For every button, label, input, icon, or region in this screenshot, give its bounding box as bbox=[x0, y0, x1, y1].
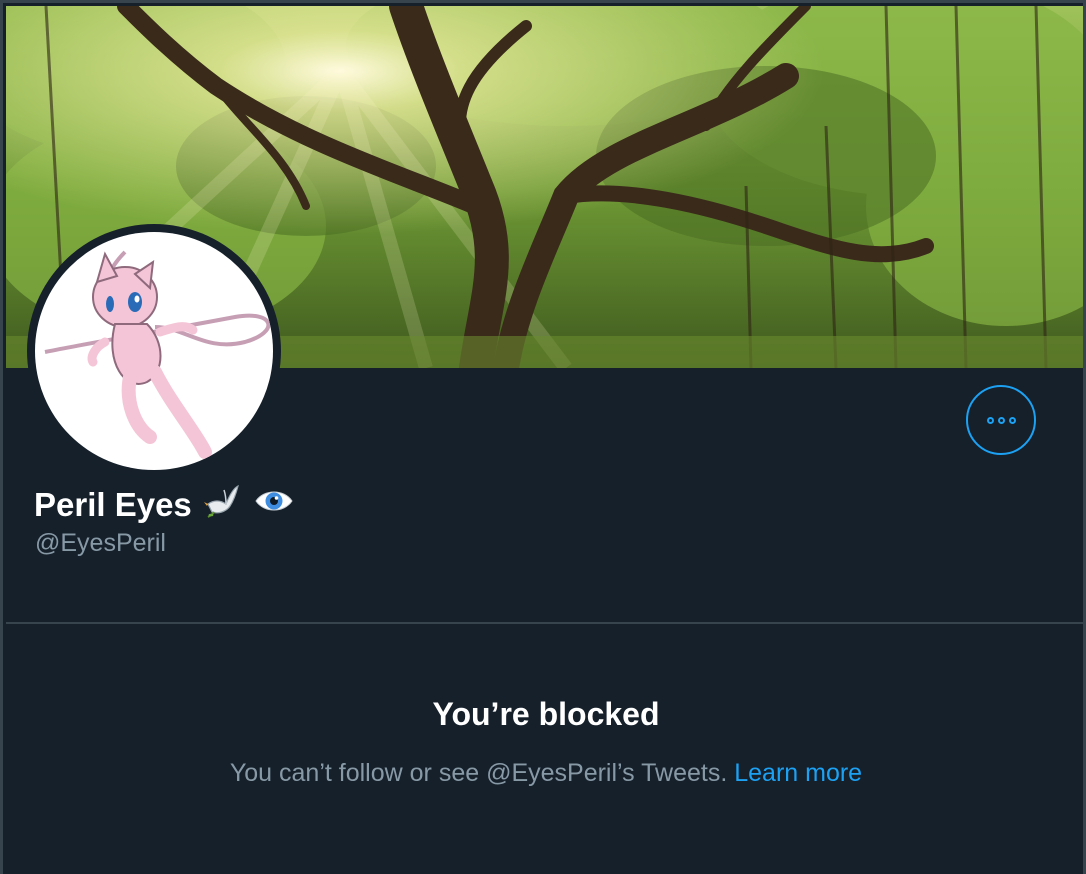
learn-more-link[interactable]: Learn more bbox=[734, 759, 862, 787]
avatar-image bbox=[35, 232, 273, 470]
more-options-button[interactable] bbox=[966, 385, 1036, 455]
blocked-title: You’re blocked bbox=[432, 696, 660, 732]
dove-icon bbox=[203, 482, 242, 528]
eye-icon bbox=[254, 486, 294, 524]
section-divider bbox=[6, 622, 1083, 624]
profile-avatar[interactable] bbox=[27, 224, 281, 478]
more-horizontal-icon bbox=[986, 416, 1016, 424]
blocked-message: You can’t follow or see @EyesPeril’s Twe… bbox=[229, 759, 735, 787]
profile-page: Peril Eyes @EyesPeril You’re blocked You… bbox=[0, 0, 1086, 874]
display-name-text: Peril Eyes bbox=[34, 486, 192, 523]
blocked-message-line: You can’t follow or see @EyesPeril’s Twe… bbox=[3, 759, 1083, 788]
profile-display-name: Peril Eyes bbox=[34, 483, 294, 527]
profile-handle: @EyesPeril bbox=[35, 529, 166, 557]
mew-avatar-illustration bbox=[44, 250, 271, 459]
